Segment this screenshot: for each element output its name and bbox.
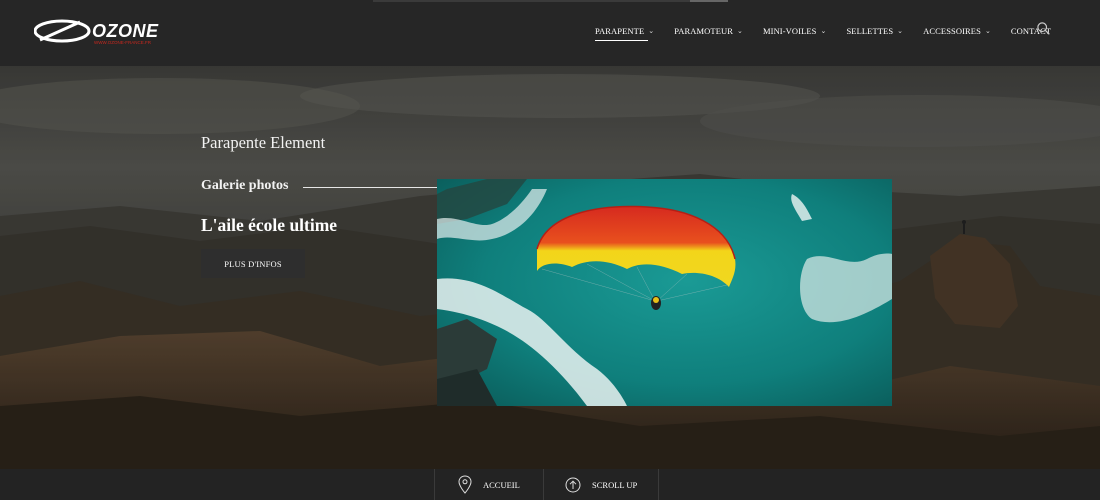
chevron-down-icon: ⌄ (897, 27, 904, 35)
chevron-down-icon: ⌄ (648, 27, 655, 35)
nav-item-accessoires[interactable]: ACCESSOIRES ⌄ (923, 26, 991, 36)
search-icon[interactable] (1037, 22, 1050, 35)
map-pin-icon (458, 475, 472, 494)
arrow-up-circle-icon (565, 477, 581, 492)
hero-title: Parapente Element (201, 133, 326, 152)
bottom-divider (434, 469, 435, 500)
more-info-button[interactable]: PLUS D'INFOS (201, 249, 305, 278)
home-label: ACCUEIL (483, 479, 520, 490)
ozone-logo[interactable]: OZONE WWW.OZONE-FRANCE.FR (33, 18, 184, 46)
chevron-down-icon: ⌄ (820, 27, 827, 35)
chevron-down-icon: ⌄ (737, 27, 743, 35)
nav-item-parapente[interactable]: PARAPENTE ⌄ (595, 26, 655, 41)
scroll-up-link[interactable]: SCROLL UP (565, 469, 637, 500)
nav-item-mini-voiles[interactable]: MINI-VOILES ⌄ (763, 26, 826, 36)
logo-url: WWW.OZONE-FRANCE.FR (94, 40, 152, 45)
paraglider-photo[interactable] (437, 179, 892, 406)
header-top-indicator (373, 0, 728, 2)
hero-section: Parapente Element Galerie photos L'aile … (0, 66, 1100, 469)
scroll-up-label: SCROLL UP (592, 479, 638, 490)
bottom-divider (658, 469, 659, 500)
hero-tagline: L'aile école ultime (201, 215, 338, 235)
bottom-bar: ACCUEIL SCROLL UP (0, 469, 1100, 500)
gallery-label[interactable]: Galerie photos (201, 178, 289, 194)
nav-item-sellettes[interactable]: SELLETTES ⌄ (846, 26, 903, 36)
chevron-down-icon: ⌄ (984, 27, 991, 35)
gallery-connector-line (303, 187, 439, 188)
home-link[interactable]: ACCUEIL (458, 469, 520, 500)
bottom-divider (543, 469, 544, 500)
logo-wordmark: OZONE (92, 21, 159, 41)
site-header: OZONE WWW.OZONE-FRANCE.FR PARAPENTE ⌄ PAR… (0, 0, 1100, 66)
nav-item-paramoteur[interactable]: PARAMOTEUR ⌄ (674, 26, 743, 36)
main-nav: PARAPENTE ⌄ PARAMOTEUR ⌄ MINI-VOILES ⌄ SELL… (595, 24, 1071, 41)
